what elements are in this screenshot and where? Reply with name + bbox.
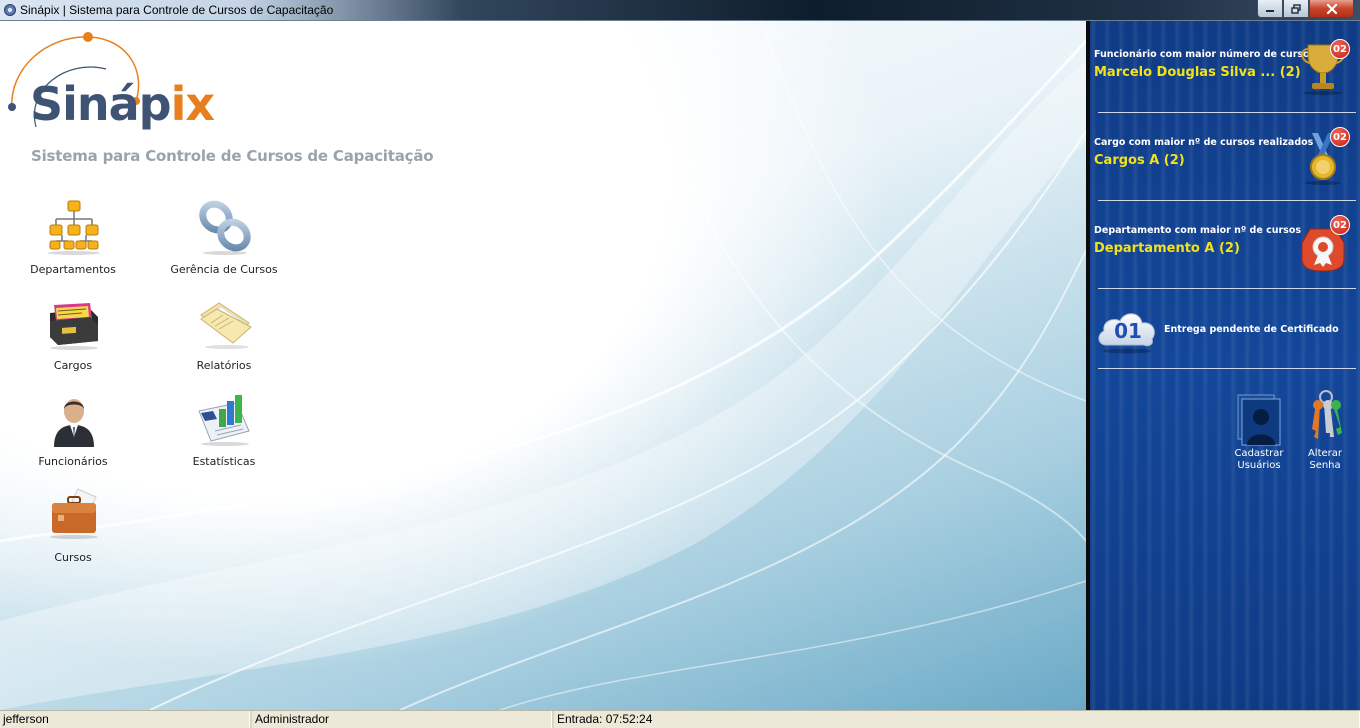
stat-top-employee: Funcionário com maior número de cursos M… (1094, 39, 1356, 109)
menu-cargos-label: Cargos (53, 359, 93, 372)
menu-relatorios[interactable]: Relatórios (149, 295, 299, 381)
app-logo: Sinápix Sistema para Controle de Cursos … (6, 29, 434, 169)
keys-icon (1312, 390, 1342, 439)
pending-certificates[interactable]: 01 Entrega pendente de Certificado (1096, 303, 1356, 359)
status-entry-time: Entrada: 07:52:24 (554, 711, 1360, 728)
stat-top-role: Cargo com maior nº de cursos realizados … (1094, 127, 1356, 197)
folder-icon (200, 302, 252, 349)
status-bar: jefferson Administrador Entrada: 07:52:2… (0, 710, 1360, 728)
divider (1098, 112, 1356, 113)
org-chart-icon (48, 200, 100, 255)
menu-cursos[interactable]: Cursos (0, 487, 148, 573)
stat-top-employee-badge: 02 (1330, 39, 1350, 59)
restore-icon (1291, 3, 1301, 14)
gear-icon[interactable] (3, 3, 17, 17)
briefcase-icon (50, 488, 98, 539)
main-area: Sinápix Sistema para Controle de Cursos … (0, 21, 1086, 710)
cadastrar-usuarios-button[interactable]: Cadastrar Usuários (1226, 389, 1292, 479)
chain-link-icon (199, 200, 251, 255)
card-file-icon (50, 303, 98, 350)
menu-departamentos[interactable]: Departamentos (0, 199, 148, 285)
status-role: Administrador (252, 711, 554, 728)
menu-gerencia-cursos-label: Gerência de Cursos (170, 263, 278, 276)
stat-top-employee-caption: Funcionário com maior número de cursos (1094, 49, 1316, 60)
menu-relatorios-label: Relatórios (196, 359, 252, 372)
stat-top-employee-value: Marcelo Douglas Silva ... (2) (1094, 65, 1301, 80)
menu-departamentos-label: Departamentos (30, 263, 116, 276)
right-panel: Funcionário com maior número de cursos M… (1086, 21, 1360, 710)
stat-top-department-value: Departamento A (2) (1094, 241, 1240, 256)
menu-estatisticas[interactable]: Estatísticas (149, 391, 299, 477)
divider (1098, 368, 1356, 369)
alterar-senha-button[interactable]: Alterar Senha (1292, 389, 1358, 479)
minimize-button[interactable] (1257, 0, 1283, 18)
stat-top-role-caption: Cargo com maior nº de cursos realizados (1094, 137, 1314, 148)
menu-cargos[interactable]: Cargos (0, 295, 148, 381)
close-button[interactable] (1309, 0, 1354, 18)
pending-label: Entrega pendente de Certificado (1164, 324, 1339, 335)
businessman-icon (54, 399, 94, 447)
menu-funcionarios-label: Funcionários (38, 455, 108, 468)
alterar-senha-label: Alterar Senha (1307, 448, 1343, 471)
close-icon (1326, 3, 1337, 14)
title-bar: Sinápix | Sistema para Controle de Curso… (0, 0, 1360, 21)
stat-top-department-badge: 02 (1330, 215, 1350, 235)
status-user: jefferson (0, 711, 252, 728)
stat-top-department-caption: Departamento com maior nº de cursos (1094, 225, 1302, 236)
menu-estatisticas-label: Estatísticas (192, 455, 256, 468)
menu-cursos-label: Cursos (54, 551, 92, 564)
cadastrar-usuarios-label: Cadastrar Usuários (1234, 448, 1284, 471)
bar-chart-icon (198, 395, 250, 446)
logo-wordmark: Sinápix (30, 77, 215, 131)
restore-button[interactable] (1283, 0, 1309, 18)
menu-gerencia-cursos[interactable]: Gerência de Cursos (149, 199, 299, 285)
stat-top-role-value: Cargos A (2) (1094, 153, 1185, 168)
divider (1098, 288, 1356, 289)
minimize-icon (1266, 9, 1274, 12)
window-controls (1257, 0, 1354, 18)
menu-funcionarios[interactable]: Funcionários (0, 391, 148, 477)
stat-top-department: Departamento com maior nº de cursos Depa… (1094, 215, 1356, 285)
logo-tagline: Sistema para Controle de Cursos de Capac… (31, 147, 434, 165)
stat-top-role-badge: 02 (1330, 127, 1350, 147)
pending-count: 01 (1114, 319, 1142, 343)
window-title: Sinápix | Sistema para Controle de Curso… (20, 3, 334, 17)
users-icon (1237, 394, 1281, 446)
divider (1098, 200, 1356, 201)
